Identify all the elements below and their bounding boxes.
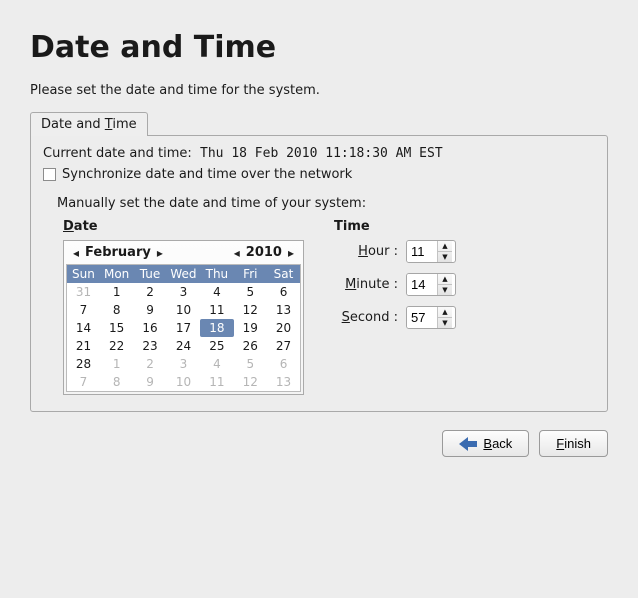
- calendar-day: 2: [133, 355, 166, 373]
- calendar-day: 8: [100, 373, 133, 392]
- calendar-day: 6: [267, 355, 300, 373]
- tab-label: Date and Time: [41, 117, 137, 132]
- back-label: Back: [483, 436, 512, 451]
- calendar-dow: Sat: [267, 265, 300, 284]
- sync-label: Synchronize date and time over the netwo…: [62, 167, 352, 182]
- calendar-day: 5: [234, 355, 267, 373]
- calendar-day[interactable]: 17: [167, 319, 200, 337]
- calendar-day[interactable]: 18: [200, 319, 233, 337]
- calendar-day[interactable]: 7: [67, 301, 100, 319]
- manual-instruction: Manually set the date and time of your s…: [57, 196, 595, 211]
- minute-down-icon[interactable]: ▼: [438, 285, 452, 295]
- finish-button[interactable]: Finish: [539, 430, 608, 457]
- settings-panel: Current date and time: Thu 18 Feb 2010 1…: [30, 135, 608, 412]
- calendar-dow: Thu: [200, 265, 233, 284]
- year-prev-icon[interactable]: ◂: [231, 246, 243, 260]
- calendar-day[interactable]: 23: [133, 337, 166, 355]
- calendar-day[interactable]: 10: [167, 301, 200, 319]
- tab-date-and-time[interactable]: Date and Time: [30, 112, 148, 136]
- calendar-day[interactable]: 26: [234, 337, 267, 355]
- time-heading: Time: [334, 219, 595, 234]
- hour-input[interactable]: [407, 241, 437, 262]
- year-next-icon[interactable]: ▸: [285, 246, 297, 260]
- calendar: ◂ February ▸ ◂ 2010 ▸ SunMonTueWedThuFri…: [63, 240, 304, 395]
- calendar-day[interactable]: 5: [234, 283, 267, 301]
- calendar-day[interactable]: 22: [100, 337, 133, 355]
- calendar-day[interactable]: 19: [234, 319, 267, 337]
- calendar-day[interactable]: 13: [267, 301, 300, 319]
- calendar-day[interactable]: 11: [200, 301, 233, 319]
- calendar-day[interactable]: 28: [67, 355, 100, 373]
- minute-up-icon[interactable]: ▲: [438, 274, 452, 285]
- calendar-day[interactable]: 24: [167, 337, 200, 355]
- calendar-day: 4: [200, 355, 233, 373]
- second-up-icon[interactable]: ▲: [438, 307, 452, 318]
- intro-text: Please set the date and time for the sys…: [30, 83, 608, 98]
- calendar-day: 11: [200, 373, 233, 392]
- hour-up-icon[interactable]: ▲: [438, 241, 452, 252]
- calendar-day[interactable]: 21: [67, 337, 100, 355]
- date-heading: Date: [63, 219, 304, 234]
- calendar-dow: Sun: [67, 265, 100, 284]
- calendar-day[interactable]: 15: [100, 319, 133, 337]
- sync-checkbox[interactable]: [43, 168, 56, 181]
- calendar-day[interactable]: 3: [167, 283, 200, 301]
- calendar-day[interactable]: 20: [267, 319, 300, 337]
- calendar-day[interactable]: 8: [100, 301, 133, 319]
- calendar-day[interactable]: 4: [200, 283, 233, 301]
- calendar-day[interactable]: 1: [100, 283, 133, 301]
- calendar-day[interactable]: 6: [267, 283, 300, 301]
- calendar-day[interactable]: 16: [133, 319, 166, 337]
- page-title: Date and Time: [30, 30, 608, 65]
- calendar-dow: Mon: [100, 265, 133, 284]
- calendar-dow: Tue: [133, 265, 166, 284]
- calendar-day[interactable]: 12: [234, 301, 267, 319]
- month-prev-icon[interactable]: ◂: [70, 246, 82, 260]
- second-input[interactable]: [407, 307, 437, 328]
- calendar-day: 1: [100, 355, 133, 373]
- minute-input[interactable]: [407, 274, 437, 295]
- calendar-day: 7: [67, 373, 100, 392]
- hour-down-icon[interactable]: ▼: [438, 252, 452, 262]
- calendar-dow: Fri: [234, 265, 267, 284]
- current-datetime-value: Thu 18 Feb 2010 11:18:30 AM EST: [200, 146, 443, 161]
- current-datetime-row: Current date and time: Thu 18 Feb 2010 1…: [43, 146, 595, 161]
- calendar-dow: Wed: [167, 265, 200, 284]
- calendar-day[interactable]: 9: [133, 301, 166, 319]
- calendar-grid: SunMonTueWedThuFriSat 311234567891011121…: [66, 264, 301, 392]
- calendar-day[interactable]: 2: [133, 283, 166, 301]
- calendar-day: 3: [167, 355, 200, 373]
- hour-label: Hour :: [334, 244, 398, 259]
- minute-spinner[interactable]: ▲ ▼: [406, 273, 456, 296]
- back-arrow-icon: [459, 437, 477, 451]
- hour-spinner[interactable]: ▲ ▼: [406, 240, 456, 263]
- minute-label: Minute :: [334, 277, 398, 292]
- calendar-day: 10: [167, 373, 200, 392]
- second-down-icon[interactable]: ▼: [438, 318, 452, 328]
- calendar-day: 12: [234, 373, 267, 392]
- calendar-year[interactable]: 2010: [243, 245, 285, 260]
- calendar-day[interactable]: 25: [200, 337, 233, 355]
- month-next-icon[interactable]: ▸: [154, 246, 166, 260]
- finish-label: Finish: [556, 436, 591, 451]
- calendar-month[interactable]: February: [82, 245, 154, 260]
- back-button[interactable]: Back: [442, 430, 529, 457]
- calendar-day[interactable]: 27: [267, 337, 300, 355]
- second-label: Second :: [334, 310, 398, 325]
- calendar-day[interactable]: 14: [67, 319, 100, 337]
- calendar-day: 13: [267, 373, 300, 392]
- calendar-day: 9: [133, 373, 166, 392]
- second-spinner[interactable]: ▲ ▼: [406, 306, 456, 329]
- calendar-day: 31: [67, 283, 100, 301]
